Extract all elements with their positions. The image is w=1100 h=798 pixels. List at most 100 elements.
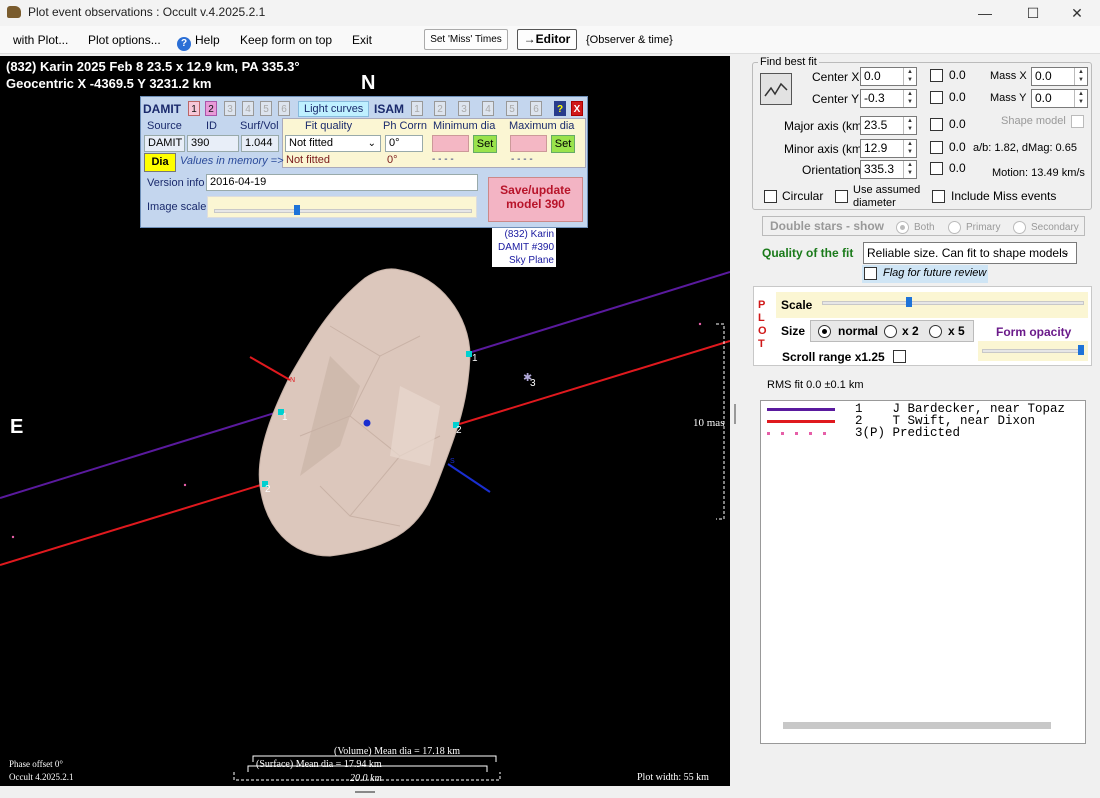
- observer-legend: 1 J Bardecker, near Topaz 2 T Swift, nea…: [760, 400, 1086, 744]
- menu-keep-on-top[interactable]: Keep form on top: [240, 33, 332, 47]
- save-update-label: Save/update: [500, 183, 571, 197]
- spin-arrows-icon[interactable]: ▲ ▼: [903, 161, 916, 178]
- menu-with-plot[interactable]: with Plot...: [13, 33, 68, 47]
- plot-area[interactable]: ✱ (832) Karin 2025 Feb 8 23.5 x 12.9 km,…: [0, 56, 730, 786]
- form-opacity-thumb[interactable]: [1078, 345, 1084, 355]
- version-info-field[interactable]: 2016-04-19: [206, 174, 478, 191]
- sky-plane-label: (832) Karin DAMIT #390 Sky Plane: [492, 228, 556, 267]
- damit-model-6[interactable]: 6: [278, 101, 290, 116]
- center-y-value: -0.3: [864, 91, 885, 105]
- image-scale-slider[interactable]: [207, 196, 477, 218]
- find-best-fit-button[interactable]: [760, 73, 792, 105]
- menu-plot-options[interactable]: Plot options...: [88, 33, 161, 47]
- isam-model-4[interactable]: 4: [482, 101, 494, 116]
- legend-swatch-1: [767, 408, 835, 411]
- damit-model-2[interactable]: 2: [205, 101, 217, 116]
- north-pole-line: [249, 356, 291, 381]
- damit-close-button[interactable]: X: [571, 101, 583, 116]
- mass-x-label: Mass X: [990, 70, 1027, 82]
- center-x-checkbox[interactable]: [930, 69, 943, 82]
- spin-arrows-icon[interactable]: ▲ ▼: [903, 117, 916, 134]
- dia-button[interactable]: Dia: [144, 153, 176, 172]
- scale-slider[interactable]: [822, 294, 1084, 314]
- ab-dmag-label: a/b: 1.82, dMag: 0.65: [973, 142, 1077, 154]
- shape-model-checkbox[interactable]: [1071, 115, 1084, 128]
- isam-model-5[interactable]: 5: [506, 101, 518, 116]
- size-x5-radio[interactable]: [929, 325, 942, 338]
- major-axis-input[interactable]: 23.5 ▲ ▼: [860, 116, 917, 135]
- scroll-range-checkbox[interactable]: [893, 350, 906, 363]
- use-assumed-checkbox[interactable]: [835, 190, 848, 203]
- help-icon: ?: [177, 37, 191, 51]
- chevron-down-icon: ⌄: [367, 138, 376, 149]
- ph-corrn-field[interactable]: 0°: [385, 135, 423, 152]
- save-update-model-button[interactable]: Save/update model 390: [488, 177, 583, 222]
- size-normal-radio[interactable]: [818, 325, 831, 338]
- asteroid-shape: [258, 268, 471, 557]
- damit-help-button[interactable]: ?: [554, 101, 566, 116]
- size-x2-radio[interactable]: [884, 325, 897, 338]
- flag-review-checkbox[interactable]: [864, 267, 877, 280]
- maximize-button[interactable]: ☐: [1010, 0, 1056, 26]
- isam-model-6[interactable]: 6: [530, 101, 542, 116]
- double-stars-label: Double stars - show: [770, 219, 885, 233]
- circular-checkbox[interactable]: [764, 190, 777, 203]
- damit-model-3[interactable]: 3: [224, 101, 236, 116]
- spin-arrows-icon[interactable]: ▲ ▼: [1074, 68, 1087, 85]
- close-button[interactable]: ✕: [1054, 0, 1100, 26]
- isam-model-1[interactable]: 1: [411, 101, 423, 116]
- form-opacity-slider[interactable]: [978, 341, 1088, 361]
- form-opacity-track: [982, 349, 1084, 353]
- spin-arrows-icon[interactable]: ▲ ▼: [903, 140, 916, 157]
- spin-arrows-icon[interactable]: ▲ ▼: [903, 90, 916, 107]
- center-x-input[interactable]: 0.0 ▲ ▼: [860, 67, 917, 86]
- plot-header-line2: Geocentric X -4369.5 Y 3231.2 km: [6, 76, 212, 91]
- fit-quality-select[interactable]: Not fitted ⌄: [285, 135, 381, 152]
- minor-axis-input[interactable]: 12.9 ▲ ▼: [860, 139, 917, 158]
- min-dia-set-button[interactable]: Set: [473, 135, 497, 153]
- mass-x-input[interactable]: 0.0 ▲ ▼: [1031, 67, 1088, 86]
- menu-exit[interactable]: Exit: [352, 33, 372, 47]
- damit-label: DAMIT: [143, 102, 181, 116]
- legend-text-3: Predicted: [892, 426, 961, 440]
- mass-y-input[interactable]: 0.0 ▲ ▼: [1031, 89, 1088, 108]
- isam-model-2[interactable]: 2: [434, 101, 446, 116]
- min-dia-field[interactable]: [432, 135, 469, 152]
- major-axis-checkbox[interactable]: [930, 118, 943, 131]
- mass-y-value: 0.0: [1035, 91, 1052, 105]
- editor-button[interactable]: →Editor: [517, 29, 577, 50]
- minimize-button[interactable]: —: [962, 0, 1008, 26]
- max-dia-field[interactable]: [510, 135, 547, 152]
- scale-slider-thumb[interactable]: [906, 297, 912, 307]
- quality-label: Quality of the fit: [762, 246, 854, 260]
- spin-arrows-icon[interactable]: ▲ ▼: [1074, 90, 1087, 107]
- damit-model-5[interactable]: 5: [260, 101, 272, 116]
- id-field: 390: [187, 135, 239, 152]
- include-miss-checkbox[interactable]: [932, 190, 945, 203]
- ph-corrn-memory: 0°: [387, 154, 398, 166]
- minor-axis-checkbox[interactable]: [930, 141, 943, 154]
- both-radio[interactable]: [896, 221, 909, 234]
- damit-model-4[interactable]: 4: [242, 101, 254, 116]
- light-curves-button[interactable]: Light curves: [298, 101, 370, 117]
- observer-time-link[interactable]: {Observer & time}: [586, 34, 673, 46]
- max-dia-set-button[interactable]: Set: [551, 135, 575, 153]
- primary-radio[interactable]: [948, 221, 961, 234]
- orientation-input[interactable]: 335.3 ▲ ▼: [860, 160, 917, 179]
- center-y-input[interactable]: -0.3 ▲ ▼: [860, 89, 917, 108]
- orientation-checkbox[interactable]: [930, 162, 943, 175]
- isam-model-3[interactable]: 3: [458, 101, 470, 116]
- center-y-checkbox[interactable]: [930, 91, 943, 104]
- splitter-handle[interactable]: [734, 404, 736, 424]
- size-label: Size: [781, 324, 806, 338]
- quality-select[interactable]: Reliable size. Can fit to shape models ⌄: [863, 242, 1077, 264]
- secondary-radio[interactable]: [1013, 221, 1026, 234]
- image-scale-thumb[interactable]: [294, 205, 300, 215]
- resize-grip[interactable]: [355, 791, 375, 793]
- spin-arrows-icon[interactable]: ▲ ▼: [903, 68, 916, 85]
- legend-scrollbar[interactable]: [783, 722, 1051, 729]
- damit-model-1[interactable]: 1: [188, 101, 200, 116]
- predicted-dot: [11, 535, 15, 539]
- menu-help[interactable]: ? Help: [177, 33, 220, 51]
- set-miss-times-button[interactable]: Set 'Miss' Times: [424, 29, 508, 50]
